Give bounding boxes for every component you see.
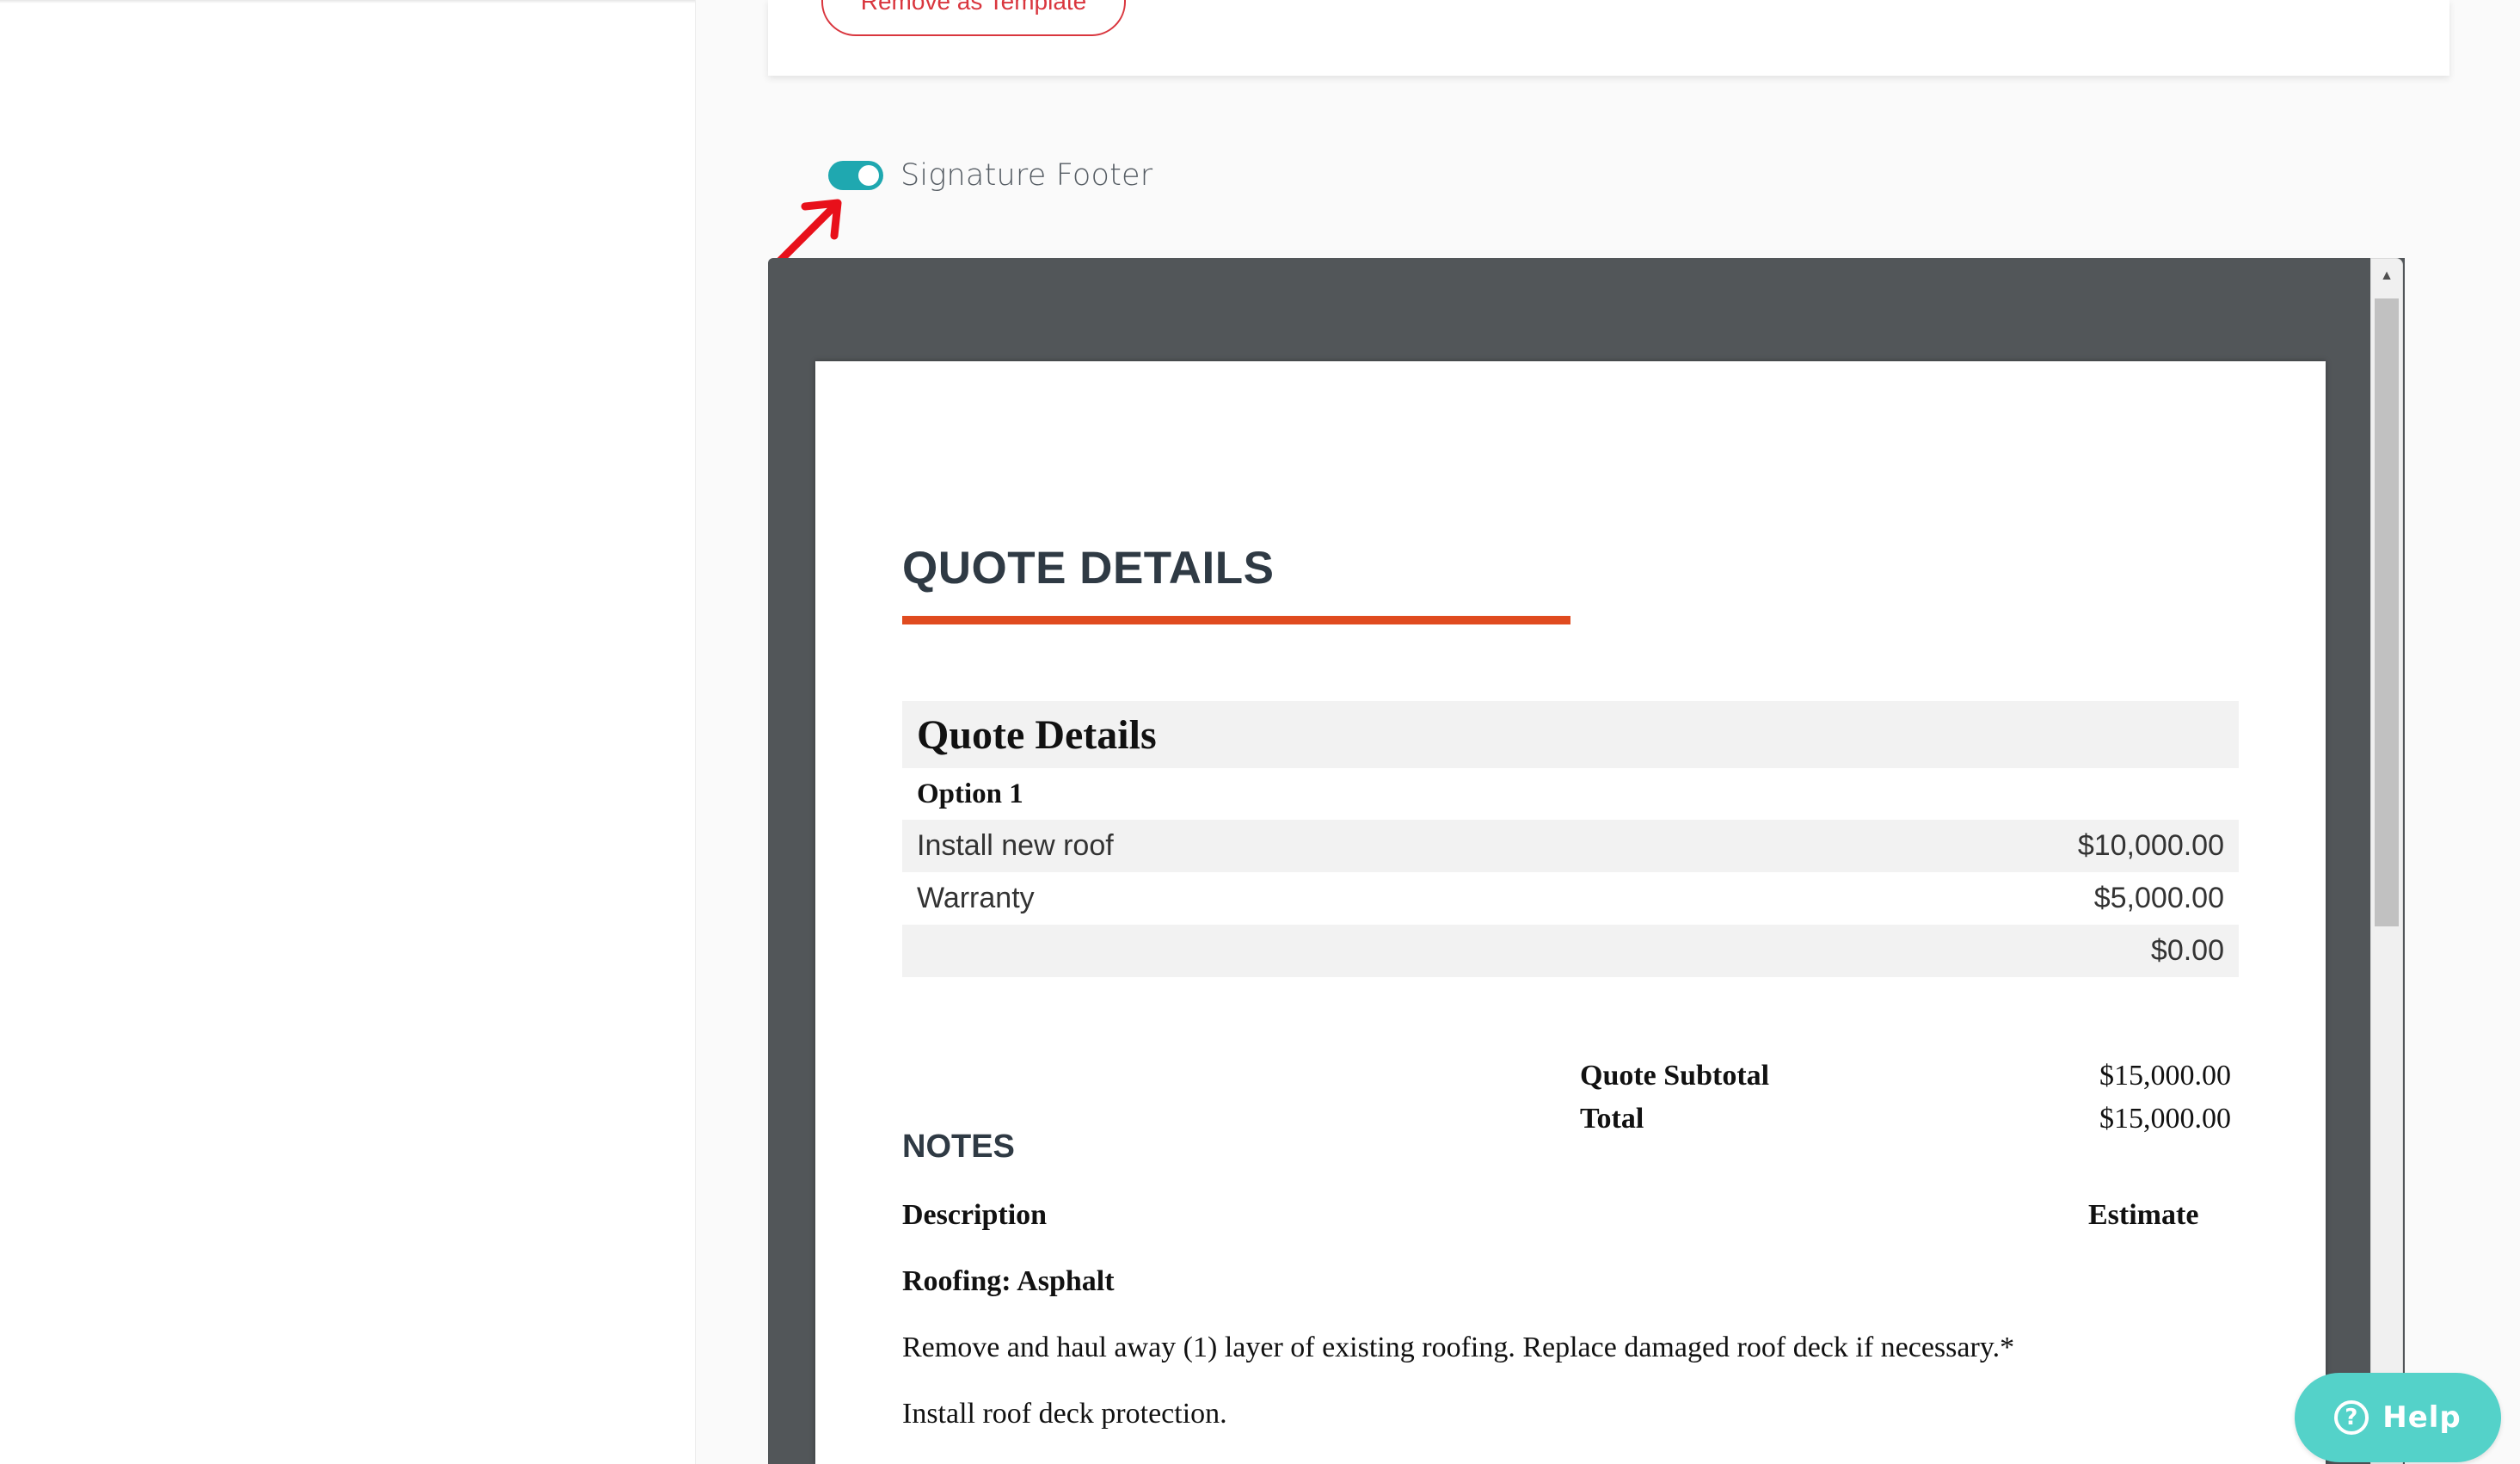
total-value: $15,000.00 bbox=[2099, 1103, 2231, 1135]
subtotal-value: $15,000.00 bbox=[2099, 1060, 2231, 1092]
quote-details-table: Quote Details Option 1 Install new roof … bbox=[902, 701, 2239, 977]
table-row: Install new roof $10,000.00 bbox=[902, 820, 2239, 872]
remove-as-template-label: Remove as Template bbox=[860, 0, 1087, 15]
left-panel bbox=[0, 0, 696, 1464]
notes-line: Remove and haul away (1) layer of existi… bbox=[902, 1332, 2015, 1363]
remove-as-template-button[interactable]: Remove as Template bbox=[821, 0, 1126, 36]
subtotal-label: Quote Subtotal bbox=[1580, 1060, 1770, 1092]
notes-line: Install roof deck protection. bbox=[902, 1398, 1227, 1430]
total-label: Total bbox=[1580, 1103, 1644, 1135]
scroll-up-arrow-icon[interactable]: ▲ bbox=[2371, 259, 2402, 293]
row-description: Warranty bbox=[917, 882, 1035, 914]
signature-footer-row: Signature Footer bbox=[828, 155, 1152, 196]
notes-description-header: Description bbox=[902, 1199, 1048, 1231]
table-heading: Quote Details bbox=[902, 701, 2239, 768]
notes-estimate-header: Estimate bbox=[2088, 1199, 2199, 1231]
row-description: Install new roof bbox=[917, 829, 1114, 862]
row-price: $0.00 bbox=[2150, 934, 2224, 967]
document-title: QUOTE DETAILS bbox=[902, 543, 1275, 594]
question-circle-icon: ? bbox=[2334, 1400, 2369, 1435]
option-label: Option 1 bbox=[917, 778, 1023, 809]
table-row: Warranty $5,000.00 bbox=[902, 872, 2239, 925]
row-price: $5,000.00 bbox=[2093, 882, 2224, 914]
signature-footer-label: Signature Footer bbox=[900, 158, 1153, 193]
preview-scrollbar[interactable]: ▲ bbox=[2370, 258, 2403, 1464]
scrollbar-thumb[interactable] bbox=[2375, 298, 2399, 926]
title-underline bbox=[902, 616, 1570, 624]
help-label: Help bbox=[2382, 1400, 2462, 1435]
notes-item-title: Roofing: Asphalt bbox=[902, 1265, 1115, 1297]
help-button[interactable]: ? Help bbox=[2295, 1373, 2501, 1462]
row-price: $10,000.00 bbox=[2077, 829, 2224, 862]
toggle-knob bbox=[858, 165, 879, 186]
left-panel-divider bbox=[0, 0, 695, 3]
table-row: $0.00 bbox=[902, 925, 2239, 977]
notes-heading: NOTES bbox=[902, 1129, 1015, 1165]
